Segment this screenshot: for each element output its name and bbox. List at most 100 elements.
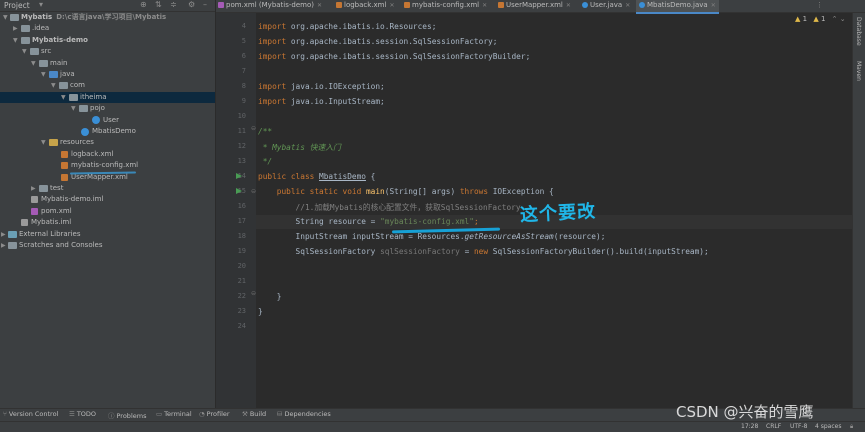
locate-icon[interactable]: ⊕	[140, 0, 147, 9]
tab-label: pom.xml (Mybatis-demo)	[226, 1, 314, 9]
tab-user-java[interactable]: User.java ✕	[582, 0, 630, 12]
chevron-up-icon[interactable]: ⌃	[832, 15, 838, 23]
chevron-down-icon[interactable]: ▼	[31, 58, 36, 69]
chevron-down-icon[interactable]: ▼	[41, 137, 46, 148]
indent-setting[interactable]: 4 spaces	[815, 423, 841, 430]
code-line: String resource = "mybatis-config.xml";	[258, 217, 479, 226]
chevron-down-icon[interactable]: ▼	[22, 46, 27, 57]
dependencies-icon: ⛁	[277, 410, 283, 418]
lock-icon[interactable]: 🔒︎	[850, 423, 853, 431]
close-icon[interactable]: ✕	[625, 2, 630, 9]
tree-item-src[interactable]: ▼ src	[0, 46, 215, 57]
line-number: 17	[237, 217, 246, 225]
collapse-icon[interactable]: ⇅	[155, 0, 162, 9]
tab-mbatisdemo-java[interactable]: MbatisDemo.java ✕	[636, 0, 719, 14]
java-class-icon	[92, 116, 100, 125]
close-icon[interactable]: ✕	[566, 2, 571, 9]
tool-label: Build	[249, 410, 267, 418]
chevron-down-icon[interactable]: ▼	[71, 103, 76, 114]
close-icon[interactable]: ✕	[389, 2, 394, 9]
tree-item-label: pom.xml	[41, 206, 72, 215]
tree-item-mybatis-config-xml[interactable]: mybatis-config.xml	[0, 160, 215, 171]
chevron-down-icon[interactable]: ▼	[41, 69, 46, 80]
chevron-down-icon[interactable]: ▼	[51, 80, 56, 91]
tree-item-main[interactable]: ▼ main	[0, 58, 215, 69]
code-line: SqlSessionFactory sqlSessionFactory = ne…	[258, 247, 709, 256]
tabs-overflow-icon[interactable]: ⋮	[816, 0, 823, 12]
tab-label: MbatisDemo.java	[647, 1, 708, 9]
close-icon[interactable]: ✕	[482, 2, 487, 9]
file-encoding[interactable]: UTF-8	[790, 423, 808, 430]
chevron-down-icon[interactable]: ▾	[39, 0, 43, 9]
tool-label: Version Control	[8, 410, 59, 418]
xml-file-icon	[61, 173, 68, 181]
tree-item-user[interactable]: User	[0, 115, 215, 126]
gear-icon[interactable]: ⚙	[188, 0, 195, 9]
line-number: 22	[237, 292, 246, 300]
tree-item-mybatis[interactable]: ▼ Mybatis D:\c语言java\学习项目\Mybatis	[0, 12, 215, 23]
tree-item-java[interactable]: ▼ java	[0, 69, 215, 80]
terminal-button[interactable]: ▭ Terminal	[156, 410, 192, 418]
chevron-right-icon[interactable]: ▶	[13, 23, 18, 34]
project-panel-title[interactable]: Project	[4, 1, 30, 10]
tab-usermapper-xml[interactable]: UserMapper.xml ✕	[498, 0, 571, 12]
maven-tool-button[interactable]: Maven	[855, 61, 862, 81]
run-main-icon[interactable]	[236, 188, 242, 194]
version-control-button[interactable]: ⑂ Version Control	[3, 410, 58, 418]
chevron-down-icon[interactable]: ⌄	[840, 15, 846, 23]
close-icon[interactable]: ✕	[711, 2, 716, 9]
tree-item-scratches[interactable]: ▶ Scratches and Consoles	[0, 240, 215, 251]
tree-item-itheima[interactable]: ▼ itheima	[0, 91, 215, 104]
tree-item-mybatis-demo-iml[interactable]: Mybatis-demo.iml	[0, 194, 215, 205]
folder-icon	[21, 25, 30, 33]
tab-mybatis-config-xml[interactable]: mybatis-config.xml ✕	[404, 0, 487, 12]
tree-item-external-libraries[interactable]: ▶ External Libraries	[0, 229, 215, 240]
status-bar: 17:28 CRLF UTF-8 4 spaces 🔒︎	[0, 421, 865, 432]
code-line: //1.加载Mybatis的核心配置文件，获取SqlSessionFactory	[258, 203, 521, 212]
maven-file-icon	[218, 2, 224, 8]
database-tool-button[interactable]: Database	[855, 17, 862, 46]
line-separator[interactable]: CRLF	[766, 423, 781, 430]
problems-button[interactable]: ⓘ Problems	[108, 410, 146, 420]
chevron-down-icon[interactable]: ▼	[61, 92, 66, 103]
tool-label: Profiler	[206, 410, 230, 418]
project-path: D:\c语言java\学习项目\Mybatis	[56, 13, 167, 21]
tree-item-label: .idea	[32, 24, 50, 33]
tree-item-logback-xml[interactable]: logback.xml	[0, 149, 215, 160]
tree-item-label: mybatis-config.xml	[71, 161, 139, 170]
problems-icon: ⓘ	[108, 412, 115, 420]
caret-position[interactable]: 17:28	[741, 423, 758, 430]
expand-icon[interactable]: ≑	[170, 0, 177, 9]
chevron-right-icon[interactable]: ▶	[1, 229, 6, 240]
line-number: 18	[237, 232, 246, 240]
run-class-icon[interactable]	[236, 173, 242, 179]
package-icon	[79, 105, 88, 113]
code-line: import org.apache.ibatis.session.SqlSess…	[258, 37, 498, 46]
tree-item-resources[interactable]: ▼ resources	[0, 137, 215, 148]
todo-button[interactable]: ☰ TODO	[69, 410, 96, 418]
tree-item-com[interactable]: ▼ com	[0, 80, 215, 91]
hide-icon[interactable]: –	[203, 0, 207, 9]
java-class-icon	[81, 127, 89, 136]
profiler-button[interactable]: ◔ Profiler	[199, 410, 230, 418]
tree-item-test[interactable]: ▶ test	[0, 183, 215, 194]
line-number: 19	[237, 247, 246, 255]
tree-item-mbatisdemo[interactable]: MbatisDemo	[0, 126, 215, 137]
tree-item-mybatis-demo[interactable]: ▼ Mybatis-demo	[0, 35, 215, 46]
code-line: }	[258, 292, 282, 301]
chevron-right-icon[interactable]: ▶	[31, 183, 36, 194]
tree-item-label: Mybatis	[21, 13, 53, 21]
chevron-down-icon[interactable]: ▼	[13, 35, 18, 46]
chevron-right-icon[interactable]: ▶	[1, 240, 6, 251]
tab-pom-xml[interactable]: pom.xml (Mybatis-demo) ✕	[218, 0, 322, 12]
inspection-widget[interactable]: ▲ 1 ▲ 1 ⌃ ⌄	[795, 15, 846, 23]
close-icon[interactable]: ✕	[317, 2, 322, 9]
tree-item-pom-xml[interactable]: pom.xml	[0, 206, 215, 217]
chevron-down-icon[interactable]: ▼	[3, 12, 8, 23]
dependencies-button[interactable]: ⛁ Dependencies	[277, 410, 331, 418]
tree-item-mybatis-iml[interactable]: Mybatis.iml	[0, 217, 215, 228]
build-button[interactable]: ⚒ Build	[242, 410, 266, 418]
tree-item-pojo[interactable]: ▼ pojo	[0, 103, 215, 114]
tab-logback-xml[interactable]: logback.xml ✕	[336, 0, 394, 12]
tree-item-idea[interactable]: ▶ .idea	[0, 23, 215, 34]
